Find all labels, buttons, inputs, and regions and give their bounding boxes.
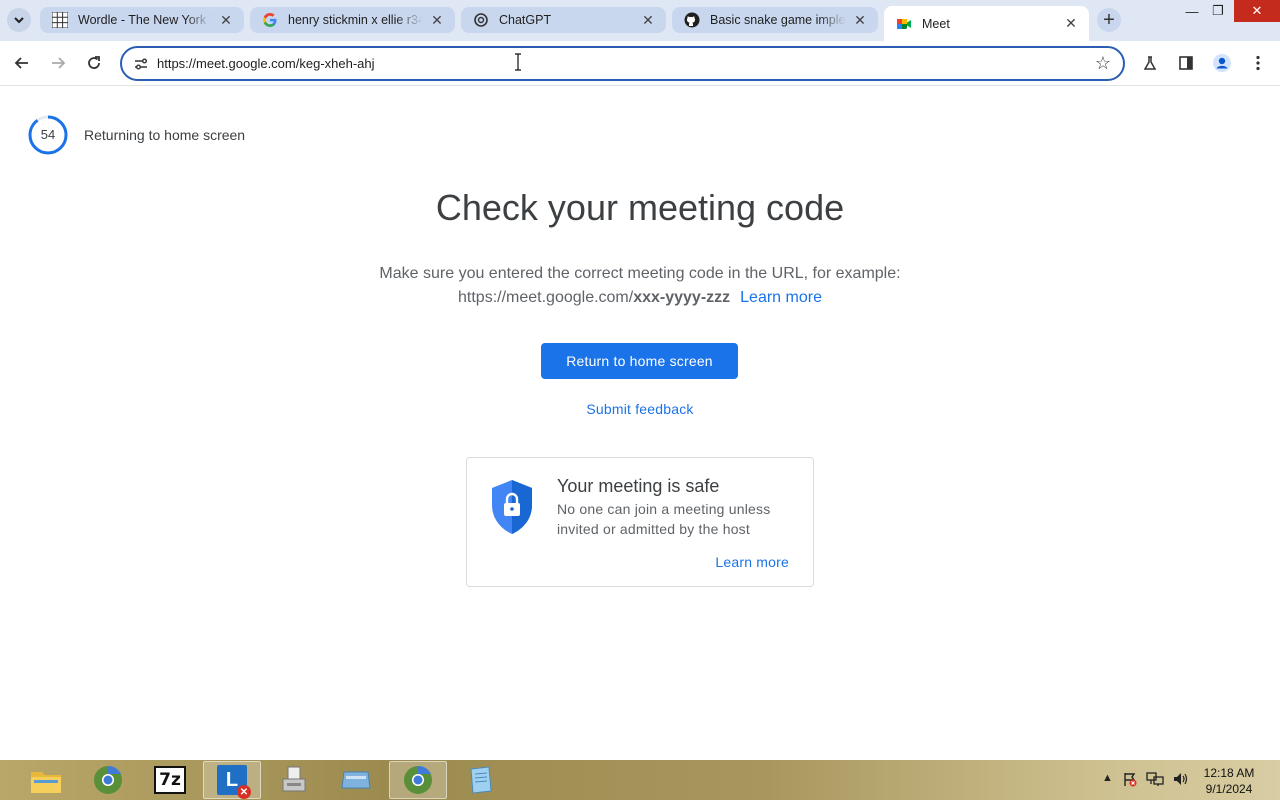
site-info-icon[interactable] xyxy=(132,55,150,73)
chrome-active-icon xyxy=(404,765,432,794)
taskbar-7zip[interactable]: 7z xyxy=(141,761,199,799)
close-tab-icon[interactable]: ✕ xyxy=(1063,15,1079,32)
safe-card-body: No one can join a meeting unless invited… xyxy=(557,501,771,537)
bookmark-star-icon[interactable]: ☆ xyxy=(1095,53,1111,74)
submit-feedback-text[interactable]: Submit feedback xyxy=(586,401,693,417)
tab-chatgpt[interactable]: ChatGPT ✕ xyxy=(461,7,666,33)
more-vert-icon xyxy=(1256,55,1260,71)
menu-button[interactable] xyxy=(1244,49,1272,77)
back-button[interactable] xyxy=(8,49,36,77)
close-icon: ✕ xyxy=(1251,3,1263,18)
tab-title: Meet xyxy=(922,16,950,31)
google-meet-icon xyxy=(896,16,912,32)
page-title: Check your meeting code xyxy=(435,187,845,228)
clock-date: 9/1/2024 xyxy=(1205,782,1253,796)
tray-overflow-icon[interactable]: ▲ xyxy=(1102,772,1113,784)
taskbar-chrome[interactable] xyxy=(79,761,137,799)
return-home-button[interactable]: Return to home screen xyxy=(541,343,738,379)
text-cursor-icon xyxy=(514,53,522,71)
example-url-prefix: https://meet.google.com/ xyxy=(458,289,634,306)
volume-icon[interactable] xyxy=(1172,771,1190,790)
restore-icon: ❐ xyxy=(1212,3,1224,18)
reload-icon xyxy=(88,56,100,69)
tray-flag-icon[interactable] xyxy=(1122,771,1138,790)
taskbar-drive[interactable] xyxy=(327,761,385,799)
tab-google-search[interactable]: henry stickmin x ellie r34 ✕ xyxy=(250,7,455,33)
7zip-icon: 7z xyxy=(154,766,186,794)
drive-icon xyxy=(341,771,371,789)
close-tab-icon[interactable]: ✕ xyxy=(429,12,445,28)
countdown-label: Returning to home screen xyxy=(84,127,246,143)
arrow-right-icon xyxy=(52,57,66,69)
tab-title: ChatGPT xyxy=(499,13,552,27)
close-window-button[interactable]: ✕ xyxy=(1234,0,1280,22)
google-g-icon xyxy=(262,12,278,28)
example-code: xxx-yyyy-zzz xyxy=(633,289,731,306)
taskbar-lync[interactable]: L ✕ xyxy=(203,761,261,799)
7zip-label: 7z xyxy=(159,770,181,790)
taskbar-clock[interactable]: 12:18 AM 9/1/2024 xyxy=(1198,765,1260,797)
browser-toolbar: https://meet.google.com/keg-xheh-ahj ☆ xyxy=(0,41,1280,86)
learn-more-link[interactable]: Learn more xyxy=(740,289,822,306)
wordle-grid-icon xyxy=(52,12,68,28)
reload-button[interactable] xyxy=(80,49,108,77)
forward-button[interactable] xyxy=(44,49,72,77)
meet-error-page: 54 Returning to home screen Check your m… xyxy=(0,87,1280,759)
taskbar-scanner[interactable] xyxy=(265,761,323,799)
tab-search-button[interactable] xyxy=(7,8,31,32)
tab-title: henry stickmin x ellie r34 xyxy=(288,13,423,27)
close-tab-icon[interactable]: ✕ xyxy=(852,12,868,28)
example-url-line: https://meet.google.com/xxx-yyyy-zzz Lear… xyxy=(0,289,1280,307)
error-badge-icon: ✕ xyxy=(237,785,251,799)
taskbar-file-explorer[interactable] xyxy=(17,761,75,799)
tab-meet-active[interactable]: Meet ✕ xyxy=(884,6,1089,41)
avatar-icon xyxy=(1213,54,1231,72)
file-explorer-icon xyxy=(31,772,61,793)
tab-title: Basic snake game implementation xyxy=(710,13,846,27)
tab-title: Wordle - The New York Times xyxy=(78,13,212,27)
notepad-icon xyxy=(470,766,492,794)
safe-card-title: Your meeting is safe xyxy=(557,476,720,496)
plus-icon: + xyxy=(1103,8,1115,31)
side-panel-icon xyxy=(1179,56,1193,70)
meeting-safe-card: Your meeting is safe No one can join a m… xyxy=(466,457,814,587)
lync-label: L xyxy=(225,768,239,791)
scanner-icon xyxy=(282,766,306,792)
labs-button[interactable] xyxy=(1136,49,1164,77)
clock-time: 12:18 AM xyxy=(1203,766,1255,780)
side-panel-button[interactable] xyxy=(1172,49,1200,77)
flask-icon xyxy=(1143,56,1157,70)
new-tab-button[interactable]: + xyxy=(1097,8,1121,32)
tab-wordle[interactable]: Wordle - The New York Times ✕ xyxy=(40,7,244,33)
shield-lock-icon xyxy=(492,480,532,534)
url-text[interactable]: https://meet.google.com/keg-xheh-ahj xyxy=(157,56,375,71)
github-icon xyxy=(684,12,700,28)
arrow-left-icon xyxy=(14,57,28,69)
close-tab-icon[interactable]: ✕ xyxy=(640,12,656,28)
taskbar-notepad[interactable] xyxy=(451,761,509,799)
windows-taskbar: 7z L ✕ ▲ 12:18 AM 9/1/2024 xyxy=(0,760,1280,800)
countdown-value: 54 xyxy=(40,127,56,142)
submit-feedback-link: Submit feedback xyxy=(0,401,1280,417)
chevron-down-icon xyxy=(14,17,24,24)
taskbar-chrome-active[interactable] xyxy=(389,761,447,799)
profile-button[interactable] xyxy=(1208,49,1236,77)
safe-card-learn-more-link[interactable]: Learn more xyxy=(715,554,789,570)
description-text: Make sure you entered the correct meetin… xyxy=(379,265,901,282)
tab-github[interactable]: Basic snake game implementation ✕ xyxy=(672,7,878,33)
network-icon[interactable] xyxy=(1146,771,1164,790)
tab-strip: Wordle - The New York Times ✕ henry stic… xyxy=(0,0,1280,41)
address-bar[interactable]: https://meet.google.com/keg-xheh-ahj ☆ xyxy=(120,46,1125,81)
chatgpt-icon xyxy=(473,12,489,28)
lync-icon: L ✕ xyxy=(217,765,251,799)
close-tab-icon[interactable]: ✕ xyxy=(218,12,234,28)
chrome-icon xyxy=(94,765,122,794)
